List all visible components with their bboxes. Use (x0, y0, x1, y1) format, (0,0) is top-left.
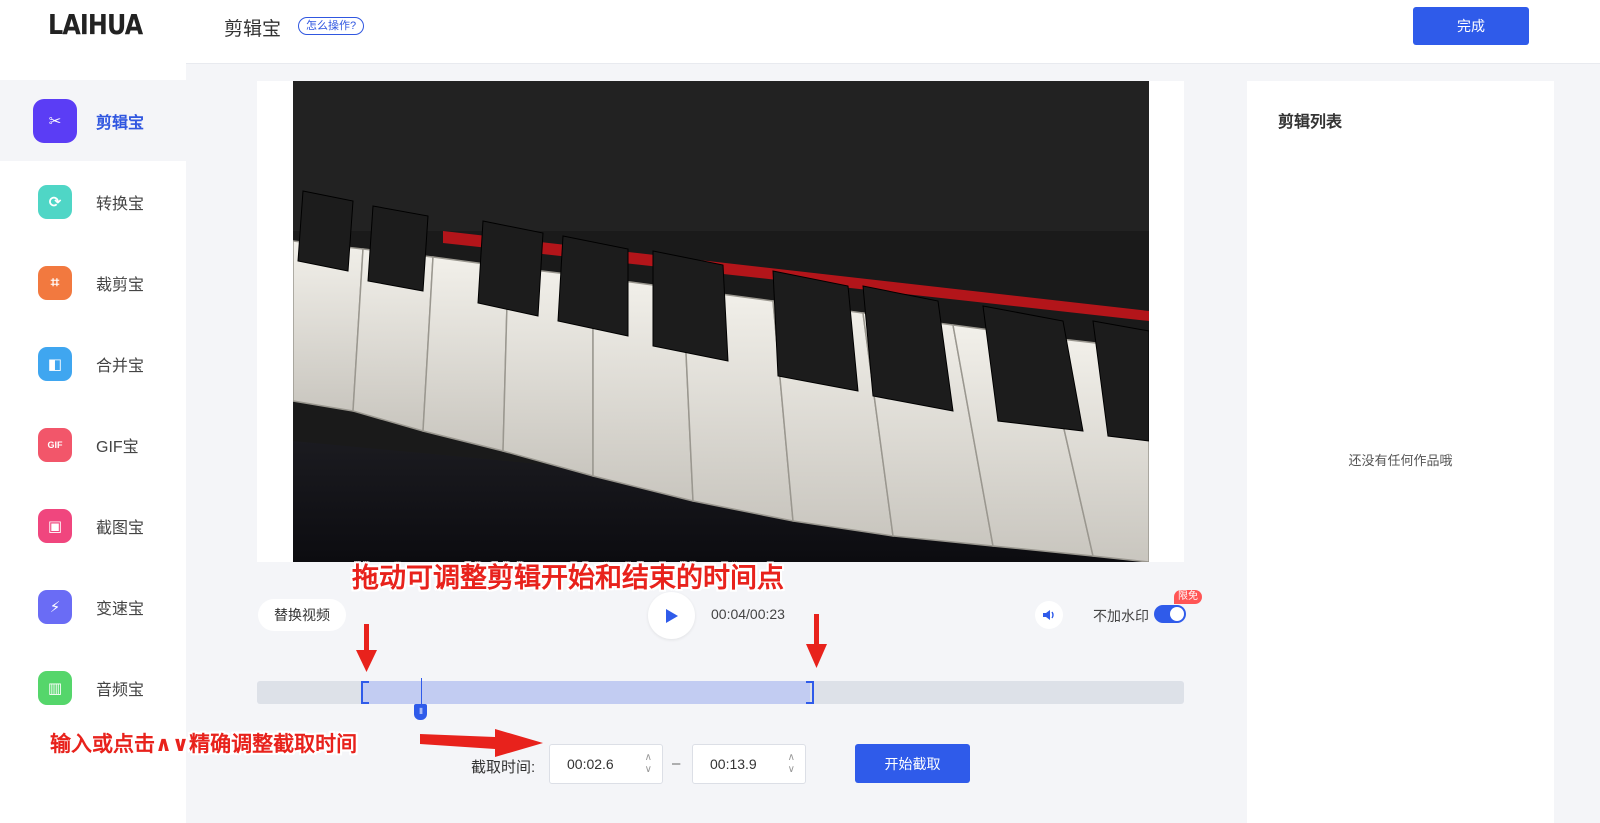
sidebar-item-screenshot[interactable]: ▣ 截图宝 (0, 485, 186, 566)
playback-timecode: 00:04/00:23 (711, 606, 785, 622)
merge-icon: ◧ (38, 346, 72, 381)
watermark-label: 不加水印 (1093, 608, 1149, 624)
end-time-field[interactable]: 00:13.9 ∧ ∨ (692, 744, 806, 784)
play-button[interactable] (648, 592, 695, 639)
video-panel (257, 81, 1184, 562)
sidebar-item-audio[interactable]: ▥ 音频宝 (0, 647, 186, 728)
piano-keys-image (293, 81, 1149, 562)
watermark-toggle[interactable] (1154, 605, 1186, 623)
audio-icon: ▥ (38, 670, 72, 705)
toggle-knob (1170, 607, 1184, 621)
clip-time-label: 截取时间: (471, 759, 536, 776)
scissors-icon: ✂ (33, 98, 77, 143)
page-title: 剪辑宝 (224, 19, 282, 40)
end-time-value: 00:13.9 (710, 756, 757, 772)
chevron-up-icon[interactable]: ∧ (645, 752, 652, 764)
sidebar-item-label: 合并宝 (96, 357, 145, 375)
sidebar: LAIHUA ✂ 剪辑宝 ⟳ 转换宝 ⌗ 裁剪宝 ◧ 合并宝 GIF GIF宝 … (0, 0, 186, 823)
sidebar-item-label: GIF宝 (96, 438, 139, 456)
timeline-track[interactable]: ⦀ (257, 678, 1184, 720)
play-icon (665, 608, 678, 623)
playhead-handle[interactable]: ⦀ (414, 704, 427, 720)
sidebar-item-gif[interactable]: GIF GIF宝 (0, 404, 186, 485)
sidebar-item-label: 剪辑宝 (96, 114, 145, 132)
sidebar-item-label: 变速宝 (96, 600, 145, 618)
convert-icon: ⟳ (38, 184, 72, 219)
range-separator: – (672, 755, 681, 772)
sidebar-item-crop[interactable]: ⌗ 裁剪宝 (0, 242, 186, 323)
laihua-logo[interactable]: LAIHUA (48, 8, 143, 41)
speed-icon: ⚡ (38, 589, 72, 624)
clip-list-title: 剪辑列表 (1278, 114, 1343, 131)
crop-icon: ⌗ (38, 265, 72, 300)
header: 剪辑宝 怎么操作? 完成 (186, 0, 1600, 64)
playhead-line (421, 678, 422, 704)
screenshot-icon: ▣ (38, 508, 72, 543)
range-end-handle[interactable] (806, 681, 814, 704)
range-start-handle[interactable] (361, 681, 369, 704)
done-button[interactable]: 完成 (1413, 7, 1529, 45)
chevron-down-icon[interactable]: ∨ (788, 764, 795, 776)
howto-link[interactable]: 怎么操作? (298, 17, 365, 35)
end-time-stepper[interactable]: ∧ ∨ (788, 752, 795, 776)
input-hint-annotation: 输入或点击∧∨精确调整截取时间 (50, 732, 358, 756)
replace-video-button[interactable]: 替换视频 (258, 599, 346, 631)
free-badge: 限免 (1174, 590, 1202, 604)
start-time-stepper[interactable]: ∧ ∨ (645, 752, 652, 776)
clip-list-panel: 剪辑列表 还没有任何作品哦 (1247, 81, 1554, 823)
sidebar-item-clip[interactable]: ✂ 剪辑宝 (0, 80, 186, 161)
start-time-field[interactable]: 00:02.6 ∧ ∨ (549, 744, 663, 784)
chevron-up-icon[interactable]: ∧ (788, 752, 795, 764)
start-clip-button[interactable]: 开始截取 (855, 744, 970, 783)
start-time-value: 00:02.6 (567, 756, 614, 772)
video-preview[interactable] (293, 81, 1149, 562)
sidebar-item-label: 音频宝 (96, 681, 145, 699)
sidebar-item-label: 截图宝 (96, 519, 145, 537)
drag-hint-annotation: 拖动可调整剪辑开始和结束的时间点 (352, 563, 784, 594)
sidebar-item-merge[interactable]: ◧ 合并宝 (0, 323, 186, 404)
sidebar-item-label: 裁剪宝 (96, 276, 145, 294)
speaker-icon (1043, 610, 1054, 620)
sidebar-item-label: 转换宝 (96, 195, 145, 213)
sidebar-item-convert[interactable]: ⟳ 转换宝 (0, 161, 186, 242)
sidebar-item-speed[interactable]: ⚡ 变速宝 (0, 566, 186, 647)
gif-icon: GIF (38, 427, 72, 462)
selected-range (361, 681, 810, 704)
chevron-down-icon[interactable]: ∨ (645, 764, 652, 776)
clip-list-empty-message: 还没有任何作品哦 (1348, 453, 1453, 468)
volume-button[interactable] (1035, 601, 1063, 629)
